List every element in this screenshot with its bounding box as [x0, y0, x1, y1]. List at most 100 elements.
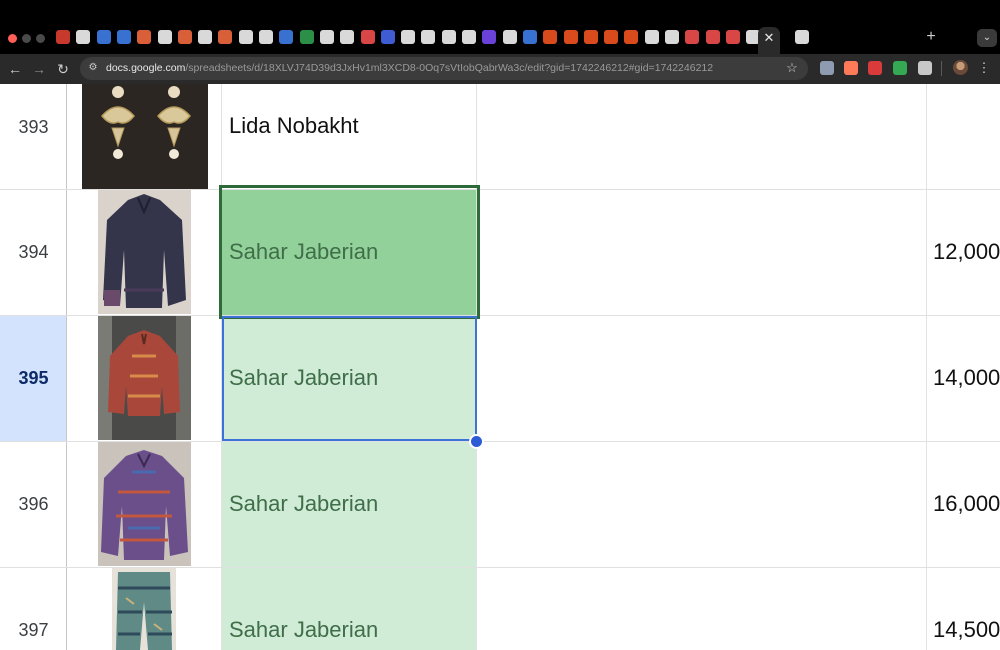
tab-favicon[interactable] [279, 30, 294, 44]
name-cell[interactable]: Sahar Jaberian [222, 316, 476, 441]
row-header[interactable]: 396 [0, 442, 67, 567]
dark-jacket-image [98, 190, 191, 314]
row-header[interactable]: 397 [0, 568, 67, 650]
reload-icon[interactable]: ↻ [54, 60, 72, 78]
minimize-window-button[interactable] [22, 34, 31, 43]
toolbar-divider [941, 61, 942, 76]
name-text: Lida Nobakht [229, 113, 359, 138]
chevron-down-icon[interactable]: ⌄ [977, 29, 997, 47]
plus-icon[interactable]: + [924, 29, 938, 45]
name-text: Sahar Jaberian [229, 239, 379, 264]
red-jacket-photo[interactable] [98, 316, 191, 440]
tab-favicon[interactable] [177, 30, 192, 44]
zoom-window-button[interactable] [36, 34, 45, 43]
tab-favicon[interactable] [441, 30, 456, 44]
tab-favicon[interactable] [96, 30, 111, 44]
table-row: 396 Sahar Jaberian 16,000 [0, 442, 1000, 567]
extension-icon[interactable] [893, 61, 907, 75]
row-header[interactable]: 395 [0, 316, 67, 441]
tab-favicon[interactable] [56, 30, 70, 44]
tab-favicon[interactable] [462, 30, 476, 44]
tab-strip: ✕ + ⌄ [0, 0, 1000, 54]
extension-icon[interactable] [918, 61, 932, 75]
tab-favicon[interactable] [794, 30, 809, 44]
tab-favicon[interactable] [299, 30, 314, 44]
amount-cell[interactable]: 14,500 [933, 617, 1000, 643]
tab-favicon[interactable] [157, 30, 172, 44]
tune-icon[interactable]: ⚙ [86, 61, 100, 75]
star-icon[interactable]: ☆ [784, 60, 800, 76]
tab-favicon[interactable] [380, 30, 395, 44]
arrow-left-icon[interactable]: ← [6, 60, 24, 78]
tab-favicon[interactable] [624, 30, 639, 44]
purple-shirt-image [98, 442, 191, 566]
tab-favicon[interactable] [644, 30, 659, 44]
dark-jacket-photo[interactable] [98, 190, 191, 314]
row-number: 393 [18, 117, 49, 137]
tab-favicon[interactable] [319, 30, 334, 44]
tab-favicon[interactable] [116, 30, 131, 44]
row-number: 397 [18, 620, 49, 640]
tab-favicon[interactable] [583, 30, 598, 44]
kebab-icon[interactable]: ⋮ [977, 60, 991, 75]
tab-favicon[interactable] [604, 30, 619, 44]
name-text: Sahar Jaberian [229, 365, 379, 390]
address-bar[interactable]: ⚙ docs.google.com/spreadsheets/d/18XLVJ7… [80, 57, 808, 80]
row-number: 394 [18, 242, 49, 262]
extension-icon[interactable] [820, 61, 834, 75]
name-text: Sahar Jaberian [229, 491, 379, 516]
tab-favicon[interactable] [259, 30, 273, 44]
row-header[interactable]: 394 [0, 190, 67, 315]
tab-favicon[interactable] [705, 30, 720, 44]
url-path: /spreadsheets/d/18XLVJ74D39d3JxHv1ml3XCD… [185, 62, 714, 74]
url-text[interactable]: docs.google.com/spreadsheets/d/18XLVJ74D… [106, 61, 713, 76]
tab-favicon[interactable] [725, 30, 740, 44]
table-row: 393 Lida Nobakht [0, 84, 1000, 189]
name-cell[interactable]: Sahar Jaberian [222, 568, 476, 650]
close-icon[interactable]: ✕ [762, 31, 776, 45]
amount-cell[interactable]: 14,000 [933, 365, 1000, 391]
tab-favicon[interactable] [482, 30, 497, 44]
tab-favicon[interactable] [421, 30, 436, 44]
name-cell[interactable]: Lida Nobakht [222, 84, 476, 189]
extension-icon[interactable] [868, 61, 882, 75]
table-row: 395 Sahar Jaberian 14,000 [0, 316, 1000, 441]
earrings-image [82, 84, 208, 189]
row-number: 396 [18, 494, 49, 514]
tab-favicon[interactable] [563, 30, 578, 44]
tab-favicon[interactable] [543, 30, 558, 44]
extension-icon[interactable] [844, 61, 858, 75]
amount-cell[interactable]: 16,000 [933, 491, 1000, 517]
red-jacket-image [98, 316, 191, 440]
arrow-right-icon[interactable]: → [30, 60, 48, 78]
patterned-pants-image [112, 568, 176, 650]
patterned-pants-photo[interactable] [112, 568, 176, 650]
table-row: 397 Sahar Jaberian 14,500 [0, 568, 1000, 650]
fill-handle[interactable] [469, 434, 484, 449]
tab-favicon[interactable] [76, 30, 91, 44]
tab-favicon[interactable] [218, 30, 233, 44]
avatar[interactable] [953, 60, 968, 75]
close-window-button[interactable] [8, 34, 17, 43]
tab-favicon[interactable] [522, 30, 537, 44]
tab-favicon[interactable] [137, 30, 152, 44]
tab-favicon[interactable] [340, 30, 355, 44]
name-cell[interactable]: Sahar Jaberian [222, 190, 476, 315]
amount-cell[interactable]: 12,000 [933, 239, 1000, 265]
row-number: 395 [18, 368, 49, 388]
url-host: docs.google.com [106, 62, 186, 74]
name-text: Sahar Jaberian [229, 617, 379, 642]
table-row: 394 Sahar Jaberian 12,000 [0, 190, 1000, 315]
tab-favicon[interactable] [198, 30, 213, 44]
tab-favicon[interactable] [665, 30, 679, 44]
earrings-photo[interactable] [82, 84, 208, 189]
row-header[interactable]: 393 [0, 84, 67, 189]
tab-favicon[interactable] [685, 30, 700, 44]
name-cell[interactable]: Sahar Jaberian [222, 442, 476, 567]
tab-favicon[interactable] [502, 30, 517, 44]
tab-favicon[interactable] [238, 30, 253, 44]
purple-shirt-photo[interactable] [98, 442, 191, 566]
tab-favicon[interactable] [360, 30, 375, 44]
spreadsheet-grid[interactable]: 393 Lida Nobakht 394 Sahar Jaberian 12,0… [0, 84, 1000, 650]
tab-favicon[interactable] [401, 30, 416, 44]
